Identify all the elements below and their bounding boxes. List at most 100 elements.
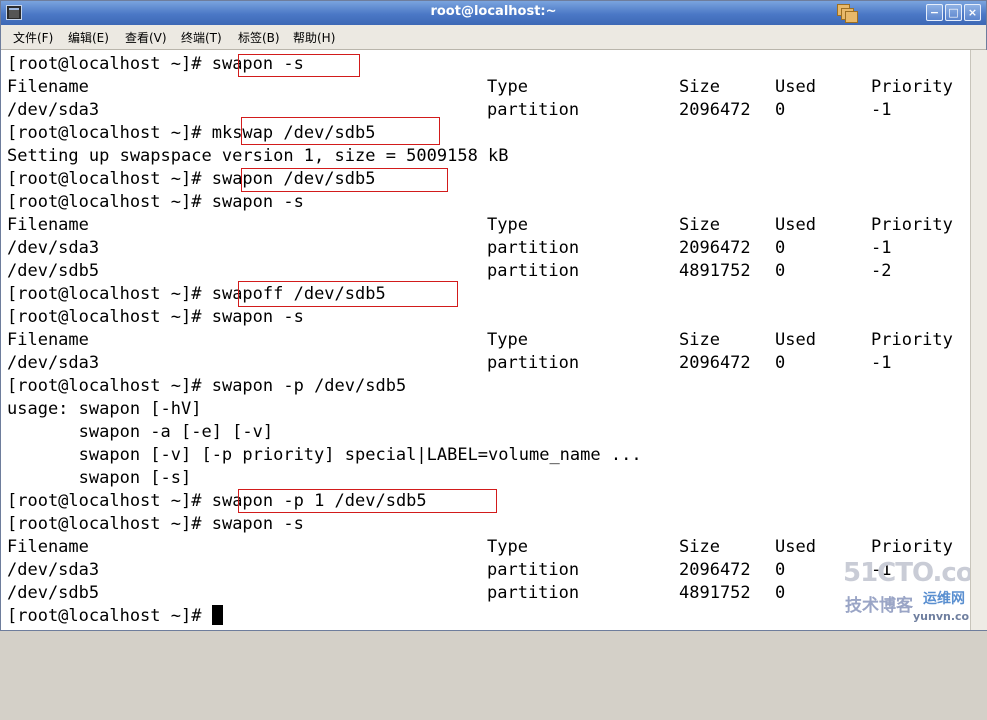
command-text: swapon -s bbox=[211, 514, 304, 534]
command-text: swapon -s bbox=[211, 192, 304, 212]
maximize-button[interactable]: □ bbox=[945, 4, 962, 21]
menu-view[interactable]: 查看(V) bbox=[125, 29, 167, 46]
prompt-line: [root@localhost ~]# swapon -s bbox=[7, 513, 304, 536]
header-type: Type bbox=[487, 77, 528, 97]
cell-type: partition bbox=[487, 583, 580, 603]
close-button[interactable]: × bbox=[964, 4, 981, 21]
prompt-line: [root@localhost ~]# swapon -s bbox=[7, 191, 304, 214]
cell-type: partition bbox=[487, 261, 580, 281]
header-filename: Filename bbox=[7, 537, 89, 557]
cell-size: 4891752 bbox=[679, 583, 751, 603]
prompt: [root@localhost ~]# bbox=[7, 123, 202, 143]
header-size: Size bbox=[679, 537, 720, 557]
cell-size: 2096472 bbox=[679, 238, 751, 258]
cell-filename: /dev/sda3 bbox=[7, 100, 100, 120]
menu-bar: 文件(F) 编辑(E) 查看(V) 终端(T) 标签(B) 帮助(H) bbox=[1, 25, 986, 50]
command-highlight-box bbox=[238, 281, 458, 307]
minimize-button[interactable]: − bbox=[926, 4, 943, 21]
prompt: [root@localhost ~]# bbox=[7, 192, 202, 212]
swap-table-row: /dev/sdb5 partition 4891752 0 -2 bbox=[7, 260, 967, 283]
cell-type: partition bbox=[487, 238, 580, 258]
menu-tabs[interactable]: 标签(B) bbox=[238, 29, 280, 46]
cell-priority: -1 bbox=[871, 100, 892, 120]
header-filename: Filename bbox=[7, 330, 89, 350]
cell-filename: /dev/sda3 bbox=[7, 353, 100, 373]
cell-priority: -1 bbox=[871, 353, 892, 373]
text-cursor[interactable] bbox=[211, 605, 223, 625]
header-priority: Priority bbox=[871, 330, 953, 350]
terminal-window: root@localhost:~ − □ × 文件(F) 编辑(E) 查看(V)… bbox=[0, 0, 987, 631]
command-output: Setting up swapspace version 1, size = 5… bbox=[7, 146, 509, 166]
swap-table-row: /dev/sda3 partition 2096472 0 -1 bbox=[7, 237, 967, 260]
header-used: Used bbox=[775, 215, 816, 235]
swap-table-header: Filename Type Size Used Priority bbox=[7, 536, 967, 559]
swap-table-header: Filename Type Size Used Priority bbox=[7, 76, 967, 99]
header-size: Size bbox=[679, 330, 720, 350]
header-priority: Priority bbox=[871, 77, 953, 97]
cell-used: 0 bbox=[775, 353, 786, 373]
header-type: Type bbox=[487, 330, 528, 350]
swap-table-row: /dev/sdb5 partition 4891752 0 bbox=[7, 582, 967, 605]
cell-size: 2096472 bbox=[679, 560, 751, 580]
menu-help[interactable]: 帮助(H) bbox=[293, 29, 335, 46]
cell-filename: /dev/sdb5 bbox=[7, 261, 100, 281]
header-type: Type bbox=[487, 537, 528, 557]
usage-line: usage: swapon [-hV] bbox=[7, 399, 202, 419]
prompt: [root@localhost ~]# bbox=[7, 514, 202, 534]
prompt: [root@localhost ~]# bbox=[7, 491, 202, 511]
prompt: [root@localhost ~]# bbox=[7, 54, 202, 74]
cell-used: 0 bbox=[775, 560, 786, 580]
swap-table-row: /dev/sda3 partition 2096472 0 -1 bbox=[7, 559, 967, 582]
cell-filename: /dev/sdb5 bbox=[7, 583, 100, 603]
command-highlight-box bbox=[238, 489, 497, 513]
cell-used: 0 bbox=[775, 583, 786, 603]
header-used: Used bbox=[775, 537, 816, 557]
cell-filename: /dev/sda3 bbox=[7, 238, 100, 258]
cell-type: partition bbox=[487, 560, 580, 580]
vertical-scrollbar[interactable] bbox=[970, 50, 987, 630]
header-used: Used bbox=[775, 77, 816, 97]
prompt-line: [root@localhost ~]# swapon -s bbox=[7, 306, 304, 329]
swap-table-header: Filename Type Size Used Priority bbox=[7, 214, 967, 237]
cell-priority: -2 bbox=[871, 261, 892, 281]
cell-size: 4891752 bbox=[679, 261, 751, 281]
prompt: [root@localhost ~]# bbox=[7, 307, 202, 327]
swap-table-row: /dev/sda3 partition 2096472 0 -1 bbox=[7, 99, 967, 122]
header-used: Used bbox=[775, 330, 816, 350]
header-type: Type bbox=[487, 215, 528, 235]
header-priority: Priority bbox=[871, 215, 953, 235]
terminal-output[interactable]: [root@localhost ~]# swapon -s Filename T… bbox=[1, 50, 987, 630]
menu-file[interactable]: 文件(F) bbox=[13, 29, 53, 46]
watermark-text: 技术博客 bbox=[845, 596, 913, 616]
prompt-line: [root@localhost ~]# swapon -p /dev/sdb5 bbox=[7, 375, 406, 398]
watermark-logo: 51CTO.com bbox=[843, 558, 987, 588]
cell-priority: -1 bbox=[871, 238, 892, 258]
prompt: [root@localhost ~]# bbox=[7, 169, 202, 189]
usage-line: swapon [-v] [-p priority] special|LABEL=… bbox=[7, 445, 642, 465]
cell-used: 0 bbox=[775, 100, 786, 120]
command-text: swapon -p /dev/sdb5 bbox=[211, 376, 407, 396]
cell-size: 2096472 bbox=[679, 353, 751, 373]
header-priority: Priority bbox=[871, 537, 953, 557]
prompt: [root@localhost ~]# bbox=[7, 376, 202, 396]
swap-table-row: /dev/sda3 partition 2096472 0 -1 bbox=[7, 352, 967, 375]
window-stack-icon bbox=[837, 4, 858, 23]
swap-table-header: Filename Type Size Used Priority bbox=[7, 329, 967, 352]
cell-used: 0 bbox=[775, 238, 786, 258]
header-size: Size bbox=[679, 77, 720, 97]
prompt: [root@localhost ~]# bbox=[7, 284, 202, 304]
header-size: Size bbox=[679, 215, 720, 235]
cell-filename: /dev/sda3 bbox=[7, 560, 100, 580]
cell-size: 2096472 bbox=[679, 100, 751, 120]
command-highlight-box bbox=[241, 168, 448, 192]
usage-line: swapon [-s] bbox=[7, 468, 192, 488]
header-filename: Filename bbox=[7, 215, 89, 235]
watermark-text: 运维网 bbox=[923, 591, 965, 607]
cell-type: partition bbox=[487, 100, 580, 120]
usage-line: swapon -a [-e] [-v] bbox=[7, 422, 274, 442]
title-bar[interactable]: root@localhost:~ − □ × bbox=[1, 1, 986, 25]
menu-terminal[interactable]: 终端(T) bbox=[181, 29, 222, 46]
command-highlight-box bbox=[238, 54, 360, 77]
menu-edit[interactable]: 编辑(E) bbox=[68, 29, 109, 46]
header-filename: Filename bbox=[7, 77, 89, 97]
